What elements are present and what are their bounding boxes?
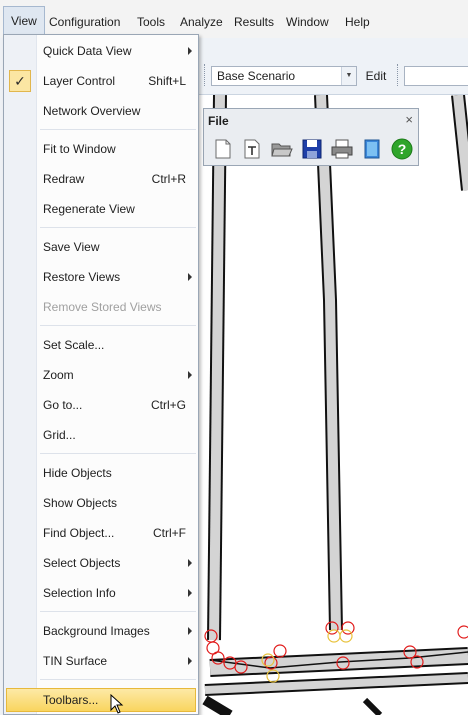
menu-item-zoom[interactable]: Zoom <box>6 362 196 388</box>
menu-item-layer-control[interactable]: ✓ Layer Control Shift+L <box>6 68 196 94</box>
menu-item-shortcut: Ctrl+G <box>150 398 186 412</box>
menu-tools[interactable]: Tools <box>131 12 171 32</box>
close-icon[interactable]: × <box>405 112 413 127</box>
menu-item-label: Regenerate View <box>43 202 135 216</box>
help-icon[interactable]: ? <box>390 137 414 161</box>
menu-window[interactable]: Window <box>280 12 335 32</box>
menu-item-label: Restore Views <box>43 270 121 284</box>
menu-item-network-overview[interactable]: Network Overview <box>6 98 196 124</box>
mouse-cursor-icon <box>110 694 124 714</box>
toolbar-grip[interactable] <box>204 64 207 86</box>
book-icon[interactable] <box>360 137 384 161</box>
menu-item-label: Network Overview <box>43 104 141 118</box>
scenario-select-value: Base Scenario <box>217 69 296 83</box>
menu-item-label: Quick Data View <box>43 44 132 58</box>
menu-item-show-objects[interactable]: Show Objects <box>6 490 196 516</box>
menu-item-label: Find Object... <box>43 526 115 540</box>
submenu-arrow-icon <box>188 371 192 379</box>
submenu-arrow-icon <box>188 47 192 55</box>
menu-item-remove-stored-views: Remove Stored Views <box>6 294 196 320</box>
network-canvas[interactable] <box>198 95 468 715</box>
menu-item-go-to[interactable]: Go to... Ctrl+G <box>6 392 196 418</box>
menu-item-label: Layer Control <box>43 74 116 88</box>
file-toolbar[interactable]: File × ? <box>203 108 419 166</box>
menu-item-label: Grid... <box>43 428 76 442</box>
view-menu: Quick Data View ✓ Layer Control Shift+L … <box>3 34 199 715</box>
menu-item-fit-to-window[interactable]: Fit to Window <box>6 136 196 162</box>
print-icon[interactable] <box>330 137 354 161</box>
menu-separator <box>40 325 196 326</box>
menu-item-label: Redraw <box>43 172 85 186</box>
menu-separator <box>40 679 196 680</box>
menu-item-label: Fit to Window <box>43 142 116 156</box>
menu-item-label: Hide Objects <box>43 466 112 480</box>
menu-analyze[interactable]: Analyze <box>174 12 229 32</box>
menu-item-label: Show Objects <box>43 496 118 510</box>
menu-separator <box>40 227 196 228</box>
new-document-icon[interactable] <box>211 137 235 161</box>
menu-item-background-images[interactable]: Background Images <box>6 618 196 644</box>
menu-item-restore-views[interactable]: Restore Views <box>6 264 196 290</box>
menu-item-save-view[interactable]: Save View <box>6 234 196 260</box>
save-icon[interactable] <box>300 137 324 161</box>
menu-item-label: Background Images <box>43 624 150 638</box>
submenu-arrow-icon <box>188 627 192 635</box>
menu-separator <box>40 453 196 454</box>
chevron-down-icon[interactable]: ▼ <box>341 67 356 85</box>
menu-item-label: Remove Stored Views <box>43 300 162 314</box>
menu-item-toolbars[interactable]: Toolbars... <box>6 688 196 712</box>
menu-item-find-object[interactable]: Find Object... Ctrl+F <box>6 520 196 546</box>
menu-view[interactable]: View <box>3 6 45 36</box>
menu-item-label: Toolbars... <box>43 693 99 707</box>
submenu-arrow-icon <box>188 273 192 281</box>
menu-item-label: Select Objects <box>43 556 121 570</box>
svg-text:?: ? <box>398 141 407 157</box>
menu-item-label: Zoom <box>43 368 74 382</box>
menu-item-label: Set Scale... <box>43 338 105 352</box>
toolbar-input[interactable] <box>404 66 468 86</box>
menu-item-select-objects[interactable]: Select Objects <box>6 550 196 576</box>
menu-item-shortcut: Shift+L <box>148 74 186 88</box>
menu-item-shortcut: Ctrl+F <box>153 526 186 540</box>
menu-item-set-scale[interactable]: Set Scale... <box>6 332 196 358</box>
menu-item-selection-info[interactable]: Selection Info <box>6 580 196 606</box>
menu-item-quick-data-view[interactable]: Quick Data View <box>6 38 196 64</box>
menu-item-tin-surface[interactable]: TIN Surface <box>6 648 196 674</box>
submenu-arrow-icon <box>188 559 192 567</box>
menu-separator <box>40 129 196 130</box>
menu-item-hide-objects[interactable]: Hide Objects <box>6 460 196 486</box>
checkmark-icon: ✓ <box>9 70 31 92</box>
menu-separator <box>40 611 196 612</box>
menu-item-label: Go to... <box>43 398 83 412</box>
edit-button[interactable]: Edit <box>362 66 390 86</box>
menu-item-regenerate-view[interactable]: Regenerate View <box>6 196 196 222</box>
scenario-select[interactable]: Base Scenario ▼ <box>211 66 357 86</box>
submenu-arrow-icon <box>188 589 192 597</box>
menu-item-label: Selection Info <box>43 586 116 600</box>
menu-item-label: Save View <box>43 240 100 254</box>
submenu-arrow-icon <box>188 657 192 665</box>
toolbar-grip-2[interactable] <box>397 64 400 86</box>
open-folder-icon[interactable] <box>270 137 294 161</box>
menu-item-redraw[interactable]: Redraw Ctrl+R <box>6 166 196 192</box>
new-text-icon[interactable] <box>240 137 264 161</box>
menu-item-grid[interactable]: Grid... <box>6 422 196 448</box>
menu-item-shortcut: Ctrl+R <box>151 172 186 186</box>
menu-help[interactable]: Help <box>339 12 376 32</box>
file-toolbar-title: File <box>208 114 229 128</box>
menu-results[interactable]: Results <box>228 12 280 32</box>
menu-configuration[interactable]: Configuration <box>43 12 126 32</box>
menu-item-label: TIN Surface <box>43 654 108 668</box>
